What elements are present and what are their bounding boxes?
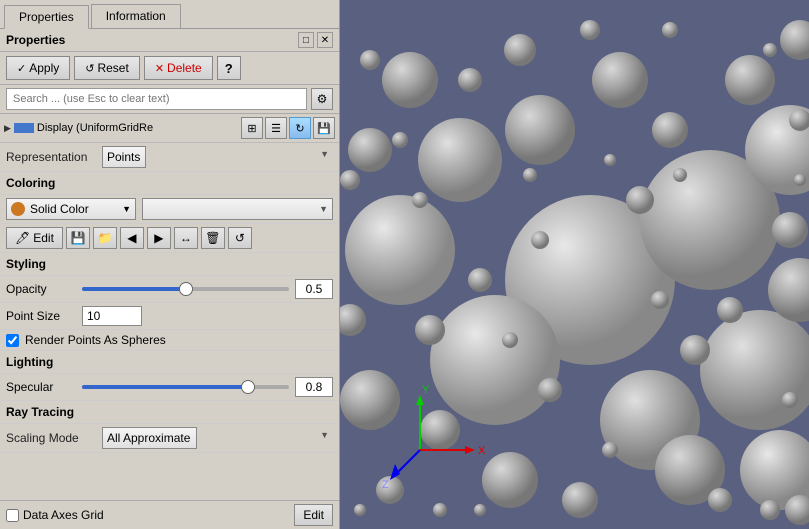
specular-slider-track[interactable] — [82, 385, 289, 389]
left-arrow-icon[interactable]: ◀ — [120, 227, 144, 249]
representation-row: Representation Points — [0, 143, 339, 172]
color-mode-label: Solid Color — [30, 202, 89, 216]
save-colormap-icon[interactable]: 💾 — [66, 227, 90, 249]
list-view-icon[interactable]: ☰ — [265, 117, 287, 139]
opacity-value[interactable] — [295, 279, 333, 299]
axes-edit-button[interactable]: Edit — [294, 504, 333, 526]
raytracing-header: Ray Tracing — [0, 401, 339, 424]
props-icons: □ ✕ — [298, 32, 333, 48]
coloring-header: Coloring — [0, 172, 339, 195]
svg-text:X: X — [478, 445, 486, 457]
panel-content: ▶ Display (UniformGridRe ⊞ ☰ ↻ 💾 Represe… — [0, 114, 339, 500]
point-size-row: Point Size — [0, 303, 339, 330]
scaling-mode-label: Scaling Mode — [6, 431, 96, 445]
gear-button[interactable]: ⚙ — [311, 88, 333, 110]
second-color-dropdown[interactable] — [142, 198, 333, 220]
reset-icon: ↺ — [85, 62, 94, 75]
display-color-bar — [14, 123, 34, 133]
reset-button[interactable]: ↺ Reset — [74, 56, 140, 80]
refresh-icon[interactable]: ↻ — [289, 117, 311, 139]
display-label: Display (UniformGridRe — [37, 122, 238, 134]
opacity-row: Opacity — [0, 276, 339, 303]
properties-title: Properties — [6, 33, 65, 47]
representation-select-wrapper: Points — [102, 146, 333, 168]
viewport[interactable]: Y X Z — [340, 0, 809, 529]
opacity-slider-fill — [82, 287, 186, 291]
data-axes-label: Data Axes Grid — [23, 508, 104, 522]
right-arrow-icon[interactable]: ▶ — [147, 227, 171, 249]
opacity-slider-thumb[interactable] — [179, 282, 193, 296]
specular-row: Specular — [0, 374, 339, 401]
cycle-icon[interactable]: ↔ — [174, 227, 198, 249]
search-row: ⚙ — [0, 85, 339, 114]
render-checkbox[interactable] — [6, 334, 19, 347]
toolbar: ✓ Apply ↺ Reset ✕ Delete ? — [0, 52, 339, 85]
save-icon[interactable]: 💾 — [313, 117, 335, 139]
tab-bar: Properties Information — [0, 0, 339, 29]
apply-button[interactable]: ✓ Apply — [6, 56, 70, 80]
svg-text:Z: Z — [382, 479, 389, 491]
delete-button[interactable]: ✕ Delete — [144, 56, 213, 80]
search-input[interactable] — [6, 88, 307, 110]
specular-slider-thumb[interactable] — [241, 380, 255, 394]
display-section-header: ▶ Display (UniformGridRe ⊞ ☰ ↻ 💾 — [0, 114, 339, 143]
specular-value[interactable] — [295, 377, 333, 397]
edit-icon: 🖊 — [15, 231, 30, 245]
display-arrow: ▶ — [4, 123, 11, 134]
edit-row: 🖊 Edit 💾 📁 ◀ ▶ ↔ 🗑 ↺ — [0, 224, 339, 253]
scaling-mode-row: Scaling Mode All Approximate — [0, 424, 339, 453]
coloring-label: Coloring — [6, 176, 55, 190]
display-icons: ⊞ ☰ ↻ 💾 — [241, 117, 335, 139]
delete-icon: ✕ — [155, 62, 164, 75]
render-checkbox-row: Render Points As Spheres — [0, 330, 339, 351]
load-colormap-icon[interactable]: 📁 — [93, 227, 117, 249]
opacity-label: Opacity — [6, 282, 76, 296]
representation-select[interactable]: Points — [102, 146, 146, 168]
scaling-mode-select-wrapper: All Approximate — [102, 427, 333, 449]
render-label: Render Points As Spheres — [25, 333, 166, 347]
help-button[interactable]: ? — [217, 56, 241, 80]
solid-color-dropdown[interactable]: Solid Color ▼ — [6, 198, 136, 220]
styling-label: Styling — [6, 257, 46, 271]
svg-text:Y: Y — [422, 384, 430, 396]
edit-button[interactable]: 🖊 Edit — [6, 227, 63, 249]
lighting-label: Lighting — [6, 355, 53, 369]
point-size-value[interactable] — [82, 306, 142, 326]
data-axes-checkbox[interactable] — [6, 509, 19, 522]
reset-colormap-icon[interactable]: ↺ — [228, 227, 252, 249]
delete-colormap-icon[interactable]: 🗑 — [201, 227, 225, 249]
styling-header: Styling — [0, 253, 339, 276]
tab-properties[interactable]: Properties — [4, 5, 89, 29]
viewport-svg: Y X Z — [340, 0, 809, 529]
representation-label: Representation — [6, 150, 96, 164]
color-dot — [11, 202, 25, 216]
bottom-bar: Data Axes Grid Edit — [0, 500, 339, 529]
apply-icon: ✓ — [17, 62, 26, 75]
point-size-label: Point Size — [6, 309, 76, 323]
specular-slider-fill — [82, 385, 248, 389]
gear-icon: ⚙ — [317, 92, 328, 106]
color-dropdown-arrow: ▼ — [122, 204, 131, 214]
tab-information[interactable]: Information — [91, 4, 181, 28]
close-icon[interactable]: ✕ — [317, 32, 333, 48]
coloring-row: Solid Color ▼ — [0, 195, 339, 224]
grid-view-icon[interactable]: ⊞ — [241, 117, 263, 139]
opacity-slider-track[interactable] — [82, 287, 289, 291]
scaling-mode-select[interactable]: All Approximate — [102, 427, 197, 449]
maximize-icon[interactable]: □ — [298, 32, 314, 48]
lighting-header: Lighting — [0, 351, 339, 374]
specular-label: Specular — [6, 380, 76, 394]
raytracing-label: Ray Tracing — [6, 405, 74, 419]
properties-header: Properties □ ✕ — [0, 29, 339, 52]
